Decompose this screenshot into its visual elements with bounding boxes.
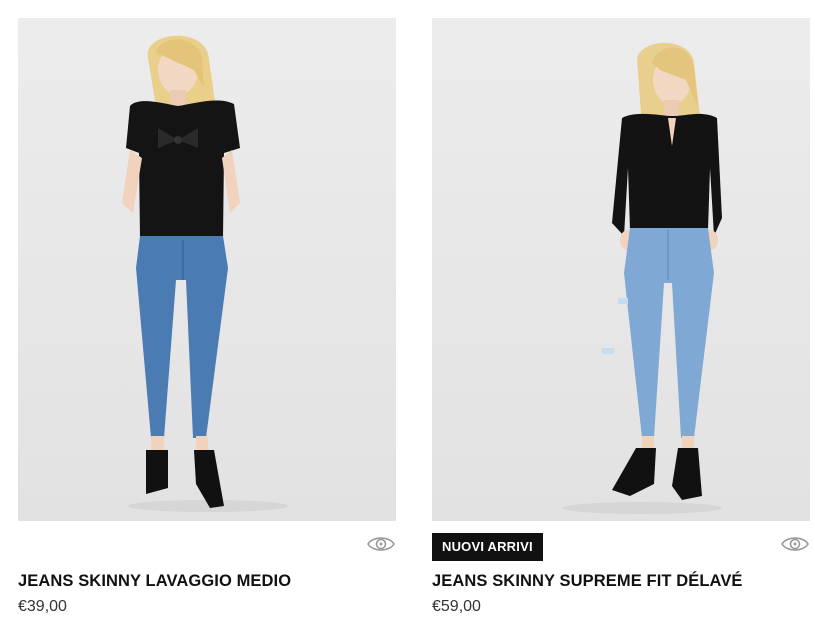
model-illustration: [562, 42, 722, 514]
product-title[interactable]: JEANS SKINNY LAVAGGIO MEDIO: [18, 572, 396, 591]
product-card[interactable]: JEANS SKINNY LAVAGGIO MEDIO €39,00: [18, 0, 396, 636]
product-image[interactable]: [432, 18, 810, 521]
product-card[interactable]: NUOVI ARRIVI JEANS SKINNY SUPREME FIT DÉ…: [432, 0, 810, 636]
new-arrivals-badge: NUOVI ARRIVI: [432, 533, 543, 561]
quick-view-eye-icon[interactable]: [780, 533, 810, 555]
product-image[interactable]: [18, 18, 396, 521]
product-price: €39,00: [18, 598, 67, 615]
model-illustration: [122, 35, 288, 512]
product-title[interactable]: JEANS SKINNY SUPREME FIT DÉLAVÉ: [432, 572, 810, 591]
product-price: €59,00: [432, 598, 481, 615]
product-grid: JEANS SKINNY LAVAGGIO MEDIO €39,00 NUOVI…: [0, 0, 815, 636]
quick-view-eye-icon[interactable]: [366, 533, 396, 555]
